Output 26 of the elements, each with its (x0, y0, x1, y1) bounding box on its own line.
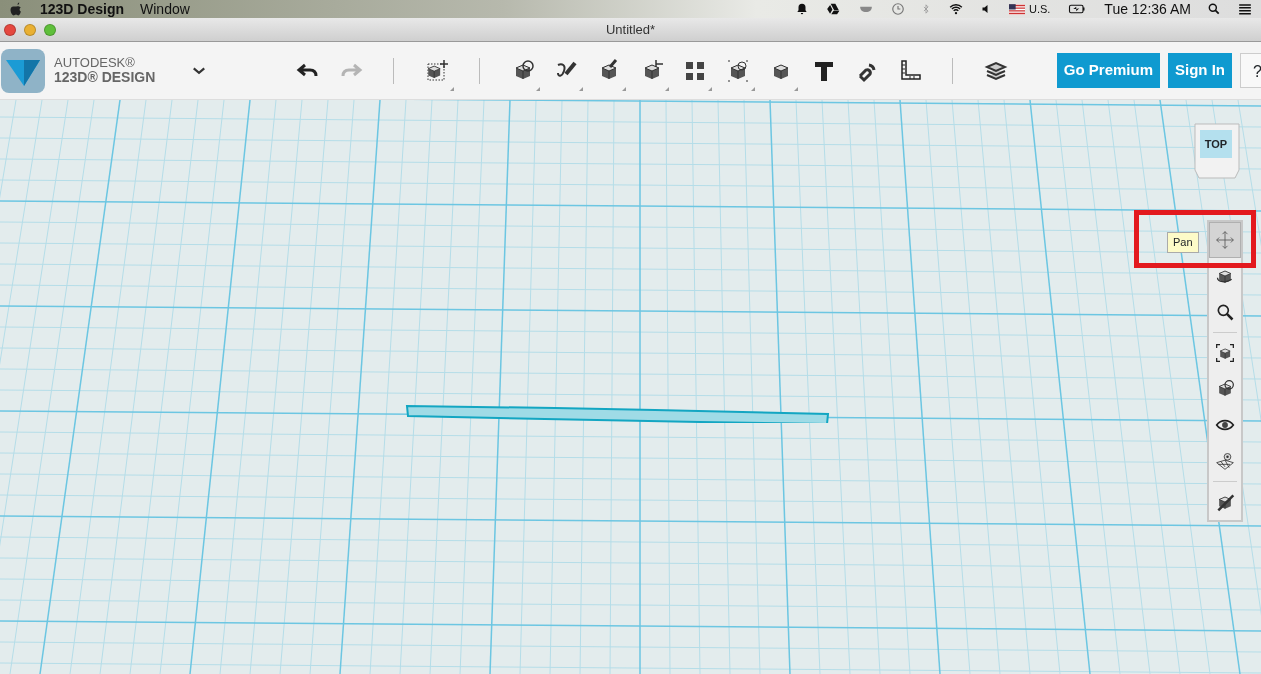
zoom-icon[interactable] (1215, 302, 1235, 322)
flag-icon[interactable] (1008, 3, 1025, 15)
input-source-menu[interactable]: U.S. (1028, 0, 1051, 18)
app-logo[interactable] (0, 47, 46, 94)
cube-brush-icon[interactable] (1215, 492, 1235, 512)
app-menu[interactable]: 123D Design (40, 0, 125, 20)
move-cube-icon[interactable] (424, 58, 449, 83)
grid-eye-icon[interactable] (1215, 451, 1235, 471)
search-icon[interactable] (1207, 2, 1221, 16)
window-title: Untitled* (605, 20, 656, 39)
brand-name: AUTODESK® (54, 56, 136, 70)
help-button[interactable]: ? (1240, 53, 1261, 88)
menu-item[interactable]: Window (140, 0, 190, 20)
apple-icon[interactable] (8, 1, 24, 17)
pan-icon[interactable] (1215, 230, 1235, 250)
fit-view-icon[interactable] (1215, 343, 1235, 363)
product-name: 123D® DESIGN (54, 69, 156, 85)
chevron-down-icon[interactable] (192, 65, 207, 76)
view-cube-face[interactable]: TOP (1200, 130, 1232, 158)
close-button[interactable] (4, 23, 16, 36)
clock-icon[interactable] (890, 2, 905, 16)
menu-clock[interactable]: Tue 12:36 AM (1104, 0, 1191, 20)
cube-selection-icon[interactable] (725, 58, 750, 83)
zoom-button[interactable] (44, 23, 56, 36)
list-icon[interactable] (1237, 2, 1253, 16)
tooltip: Pan (1167, 232, 1199, 253)
